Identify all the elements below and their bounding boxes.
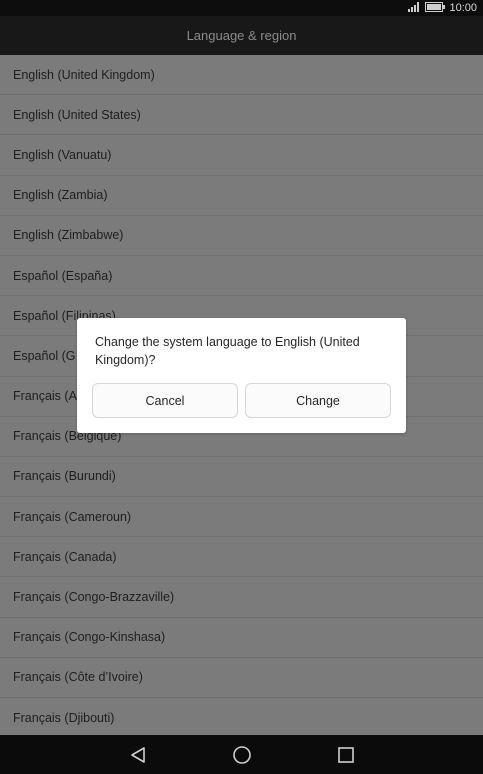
list-item[interactable]: Français (Côte d’Ivoire) [0, 658, 483, 698]
list-item-label: Français (Congo-Kinshasa) [13, 630, 166, 645]
status-bar: 10:00 [0, 0, 483, 16]
list-item[interactable]: English (Vanuatu) [0, 135, 483, 176]
list-item[interactable]: English (Zimbabwe) [0, 216, 483, 256]
list-item[interactable]: Français (Canada) [0, 537, 483, 578]
list-item-label: English (Zimbabwe) [13, 228, 124, 243]
list-item-label: Español (G [13, 348, 76, 363]
home-icon[interactable] [222, 735, 262, 774]
list-item[interactable]: English (Zambia) [0, 176, 483, 216]
back-icon[interactable] [118, 735, 158, 774]
list-item[interactable]: English (United Kingdom) [0, 55, 483, 96]
signal-icon [408, 1, 421, 15]
page-title: Language & region [186, 28, 297, 43]
recents-icon[interactable] [326, 735, 366, 774]
change-language-dialog: Change the system language to English (U… [77, 318, 406, 433]
list-item-label: Français (Congo-Brazzaville) [13, 590, 175, 605]
status-time: 10:00 [449, 2, 477, 14]
list-item-label: Français (Cameroun) [13, 509, 132, 524]
dialog-message: Change the system language to English (U… [95, 335, 360, 367]
app-bar: Language & region [0, 16, 483, 55]
list-item[interactable]: Français (Congo-Kinshasa) [0, 618, 483, 658]
list-item-label: English (Zambia) [13, 188, 108, 203]
list-item[interactable]: Français (Congo-Brazzaville) [0, 577, 483, 618]
list-item-label: Français (Djibouti) [13, 710, 115, 725]
list-item-label: Français (A [13, 389, 77, 404]
change-button[interactable]: Change [245, 383, 391, 418]
list-item[interactable]: Français (Burundi) [0, 457, 483, 498]
list-item-label: Français (Burundi) [13, 469, 116, 484]
cancel-button[interactable]: Cancel [92, 383, 238, 418]
list-item[interactable]: Français (Djibouti) [0, 698, 483, 735]
list-item[interactable]: Español (España) [0, 256, 483, 297]
list-item-label: English (United States) [13, 107, 141, 122]
list-item-label: English (Vanuatu) [13, 147, 112, 162]
list-item[interactable]: English (United States) [0, 95, 483, 136]
list-item-label: Français (Canada) [13, 549, 117, 564]
navigation-bar [0, 735, 483, 774]
battery-icon [425, 1, 446, 15]
status-indicators: 10:00 [408, 1, 477, 15]
list-item-label: Español (España) [13, 268, 113, 283]
list-item[interactable]: Français (Cameroun) [0, 497, 483, 538]
list-item-label: Français (Côte d’Ivoire) [13, 670, 143, 685]
list-item-label: English (United Kingdom) [13, 67, 155, 82]
